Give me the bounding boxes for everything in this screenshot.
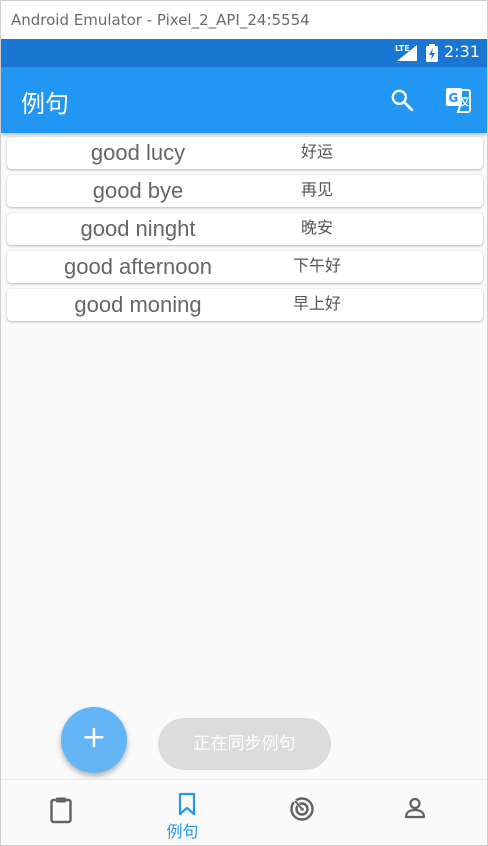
sync-toast: 正在同步例句: [158, 718, 331, 770]
example-chinese: 晚安: [300, 218, 333, 237]
radar-icon: [290, 797, 314, 821]
nav-label-examples: 例句: [166, 822, 199, 841]
example-list: good lucy 好运 good bye 再见 good ninght 晚安 …: [7, 137, 483, 327]
search-icon[interactable]: [389, 87, 415, 113]
list-item[interactable]: good moning 早上好: [7, 289, 483, 321]
example-chinese: 好运: [300, 142, 333, 161]
example-english: good afternoon: [63, 254, 213, 279]
nav-item-examples[interactable]: 例句: [122, 780, 243, 845]
battery-charging-icon: [426, 44, 438, 62]
bookmark-icon: [178, 792, 196, 816]
example-english: good bye: [92, 178, 184, 203]
add-example-button[interactable]: +: [61, 707, 127, 773]
app-bar: 例句 G: [1, 67, 487, 133]
list-item[interactable]: good lucy 好运: [7, 137, 483, 169]
clock: 2:31: [444, 42, 480, 61]
list-item[interactable]: good bye 再见: [7, 175, 483, 207]
signal-icon: [397, 45, 417, 61]
svg-text:G: G: [449, 91, 459, 105]
window-title: Android Emulator - Pixel_2_API_24:5554: [1, 1, 487, 39]
nav-item-clipboard[interactable]: [1, 780, 122, 845]
list-item[interactable]: good ninght 晚安: [7, 213, 483, 245]
example-chinese: 早上好: [292, 294, 341, 313]
status-bar: LTE 2:31: [1, 39, 487, 67]
person-icon: [404, 797, 426, 819]
nav-item-radar[interactable]: [243, 780, 364, 845]
example-chinese: 下午好: [292, 256, 341, 275]
example-english: good ninght: [80, 216, 196, 241]
example-english: good lucy: [90, 140, 186, 165]
example-chinese: 再见: [300, 180, 333, 199]
translate-icon[interactable]: G: [444, 86, 472, 114]
emulator-window: Android Emulator - Pixel_2_API_24:5554 L…: [0, 0, 488, 846]
nav-item-profile[interactable]: [364, 780, 485, 845]
example-english: good moning: [74, 292, 202, 317]
page-title: 例句: [21, 90, 69, 118]
bottom-navigation: 例句: [1, 779, 487, 845]
list-item[interactable]: good afternoon 下午好: [7, 251, 483, 283]
clipboard-icon: [50, 797, 72, 824]
